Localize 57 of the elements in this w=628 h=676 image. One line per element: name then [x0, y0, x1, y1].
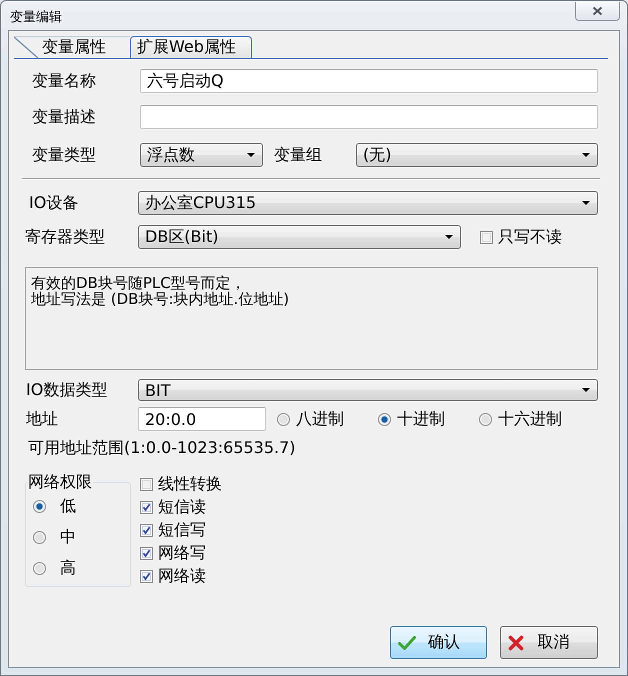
radio-button[interactable]: [479, 412, 492, 426]
radio-button[interactable]: [33, 562, 46, 575]
close-button[interactable]: [575, 2, 620, 21]
cancel-button[interactable]: 取消: [500, 626, 598, 659]
cross-icon: [508, 634, 524, 650]
radio-button[interactable]: [33, 531, 46, 544]
radio-button[interactable]: [33, 500, 46, 513]
register-type-dropdown[interactable]: DB区(Bit): [138, 225, 461, 249]
radio-label: 中: [60, 527, 76, 548]
checkbox-label: 只写不读: [498, 226, 562, 248]
caret-icon: [582, 201, 590, 205]
radio-label: 低: [60, 496, 76, 517]
hint-text: 有效的DB块号随PLC型号而定， 地址写法是 (DB块号:块内地址.位地址): [31, 275, 290, 307]
field-label: 变量名称: [32, 70, 97, 92]
address-range-text: 可用地址范围(1:0.0-1023:65535.7): [28, 438, 296, 459]
checkbox-label: 短信写: [158, 520, 206, 541]
field-label: 地址: [26, 408, 59, 430]
checkbox[interactable]: [140, 524, 153, 537]
radio-button[interactable]: [378, 412, 391, 426]
variable-type-dropdown[interactable]: 浮点数: [140, 143, 263, 167]
field-label: 变量描述: [32, 106, 97, 128]
name-input[interactable]: 六号启动Q: [140, 69, 598, 93]
checkbox[interactable]: [480, 230, 493, 244]
field-label: IO设备: [29, 192, 80, 214]
checkbox-label: 短信读: [158, 497, 206, 518]
field-label: 变量类型: [32, 144, 97, 166]
confirm-button[interactable]: 确认: [390, 626, 487, 659]
tab[interactable]: 扩展Web属性: [130, 36, 252, 58]
checkbox-label: 网络读: [158, 566, 206, 587]
check-icon: [398, 636, 416, 650]
checkbox[interactable]: [140, 501, 153, 514]
io-data-type-dropdown[interactable]: BIT: [138, 379, 598, 401]
field-label: IO数据类型: [26, 380, 108, 400]
checkbox[interactable]: [140, 478, 153, 491]
radio-label: 十六进制: [498, 408, 562, 430]
checkbox-label: 网络写: [158, 543, 206, 564]
close-icon: [592, 6, 603, 16]
address-input[interactable]: 20:0.0: [138, 407, 266, 431]
io-device-dropdown[interactable]: 办公室CPU315: [138, 191, 598, 215]
field-label: 变量组: [274, 144, 323, 166]
radio-button[interactable]: [277, 412, 290, 426]
radio-label: 八进制: [296, 408, 344, 430]
radio-label: 高: [60, 558, 76, 579]
group-title: 网络权限: [27, 473, 93, 491]
window-title: 变量编辑: [10, 10, 62, 25]
radio-label: 十进制: [397, 408, 445, 430]
checkbox-label: 线性转换: [158, 474, 222, 495]
caret-icon: [582, 153, 590, 157]
checkbox[interactable]: [140, 547, 153, 560]
checkbox[interactable]: [140, 570, 153, 583]
tab[interactable]: 变量属性: [14, 36, 130, 58]
caret-icon: [445, 235, 453, 239]
field-label: 寄存器类型: [25, 226, 106, 248]
caret-icon: [247, 153, 255, 157]
variable-group-dropdown[interactable]: (无): [356, 143, 598, 167]
caret-icon: [582, 388, 590, 392]
description-input[interactable]: [140, 105, 598, 129]
